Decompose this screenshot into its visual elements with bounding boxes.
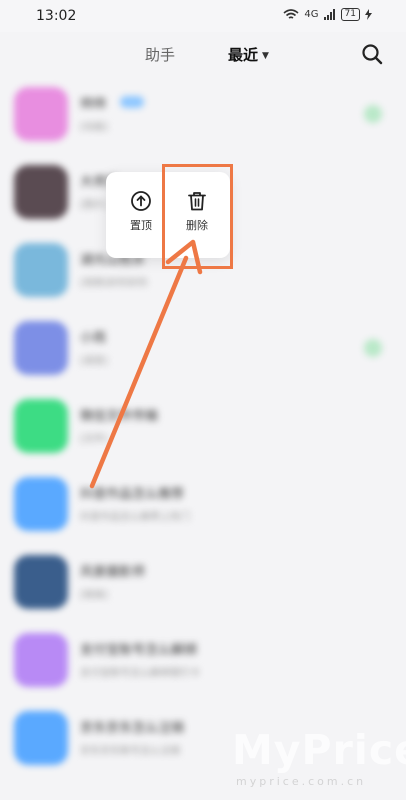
chat-avatar (14, 711, 68, 765)
signal-icon (323, 9, 335, 20)
tab-assistant[interactable]: 助手 (145, 44, 175, 65)
chat-name: 京东京东怎么注销 (80, 721, 185, 736)
context-menu: 置顶 删除 (106, 172, 230, 258)
chat-avatar (14, 555, 68, 609)
trash-icon (188, 192, 206, 211)
chat-name: 微信文件传输 (80, 409, 159, 424)
chat-preview: 支付宝账号怎么解绑银行卡 (80, 668, 200, 679)
chat-preview: [视频]好的好的 (80, 278, 148, 289)
chat-badge (120, 96, 144, 108)
chat-preview: [动画] (80, 122, 108, 133)
delete-button[interactable]: 删除 (174, 190, 220, 233)
chat-preview: [文件] (80, 434, 108, 445)
chat-item[interactable]: 小雨 [语音] (0, 314, 406, 392)
chat-avatar (14, 477, 68, 531)
chat-preview: 京东京东账号怎么注销 (80, 746, 180, 757)
pin-to-top-button[interactable]: 置顶 (118, 190, 164, 233)
chat-item[interactable]: 微信文件传输 [文件] (0, 392, 406, 470)
chat-avatar (14, 243, 68, 297)
chat-avatar (14, 321, 68, 375)
network-type: 4G (304, 9, 319, 20)
chat-status-icon (364, 105, 382, 123)
pin-label: 置顶 (130, 219, 152, 232)
triangle-down-icon: ▼ (262, 50, 269, 61)
delete-label: 删除 (186, 219, 208, 232)
chat-avatar (14, 399, 68, 453)
tab-recent-label: 最近 (228, 46, 259, 64)
watermark-logo: MyPrice (232, 726, 406, 774)
charging-icon (365, 9, 372, 20)
chat-preview: 抖音作品怎么推荐上热门 (80, 512, 190, 523)
wifi-icon (283, 8, 299, 19)
pin-up-icon (131, 191, 151, 211)
status-time: 13:02 (36, 8, 77, 24)
chat-item[interactable]: 风景摄影师 [链接] (0, 548, 406, 626)
chat-preview: [语音] (80, 356, 108, 367)
chat-name: 风景摄影师 (80, 565, 146, 580)
battery-icon: 71 (340, 8, 360, 21)
chat-name: 小雨 (80, 331, 107, 346)
tab-recent[interactable]: 最近 ▼ (228, 44, 269, 65)
chat-status-icon (364, 339, 382, 357)
status-icons: 4G 71 (283, 8, 372, 21)
chat-item[interactable]: 抖音作品怎么推荐抖音作品怎么推荐上热门 (0, 470, 406, 548)
chat-preview: [链接] (80, 590, 108, 601)
top-nav: 助手 最近 ▼ (0, 34, 406, 74)
chat-avatar (14, 633, 68, 687)
status-bar: 13:02 4G 71 (0, 0, 406, 32)
chat-item[interactable]: 帅帅 [动画] (0, 80, 406, 158)
search-icon[interactable] (360, 42, 384, 66)
watermark-url: myprice.com.cn (236, 775, 367, 788)
chat-name: 帅帅 (80, 97, 107, 112)
chat-avatar (14, 165, 68, 219)
chat-name: 抖音作品怎么推荐 (80, 487, 185, 502)
chat-avatar (14, 87, 68, 141)
chat-preview: [图片] (80, 200, 108, 211)
chat-name: 支付宝账号怎么解绑 (80, 643, 198, 658)
chat-item[interactable]: 支付宝账号怎么解绑支付宝账号怎么解绑银行卡 (0, 626, 406, 704)
